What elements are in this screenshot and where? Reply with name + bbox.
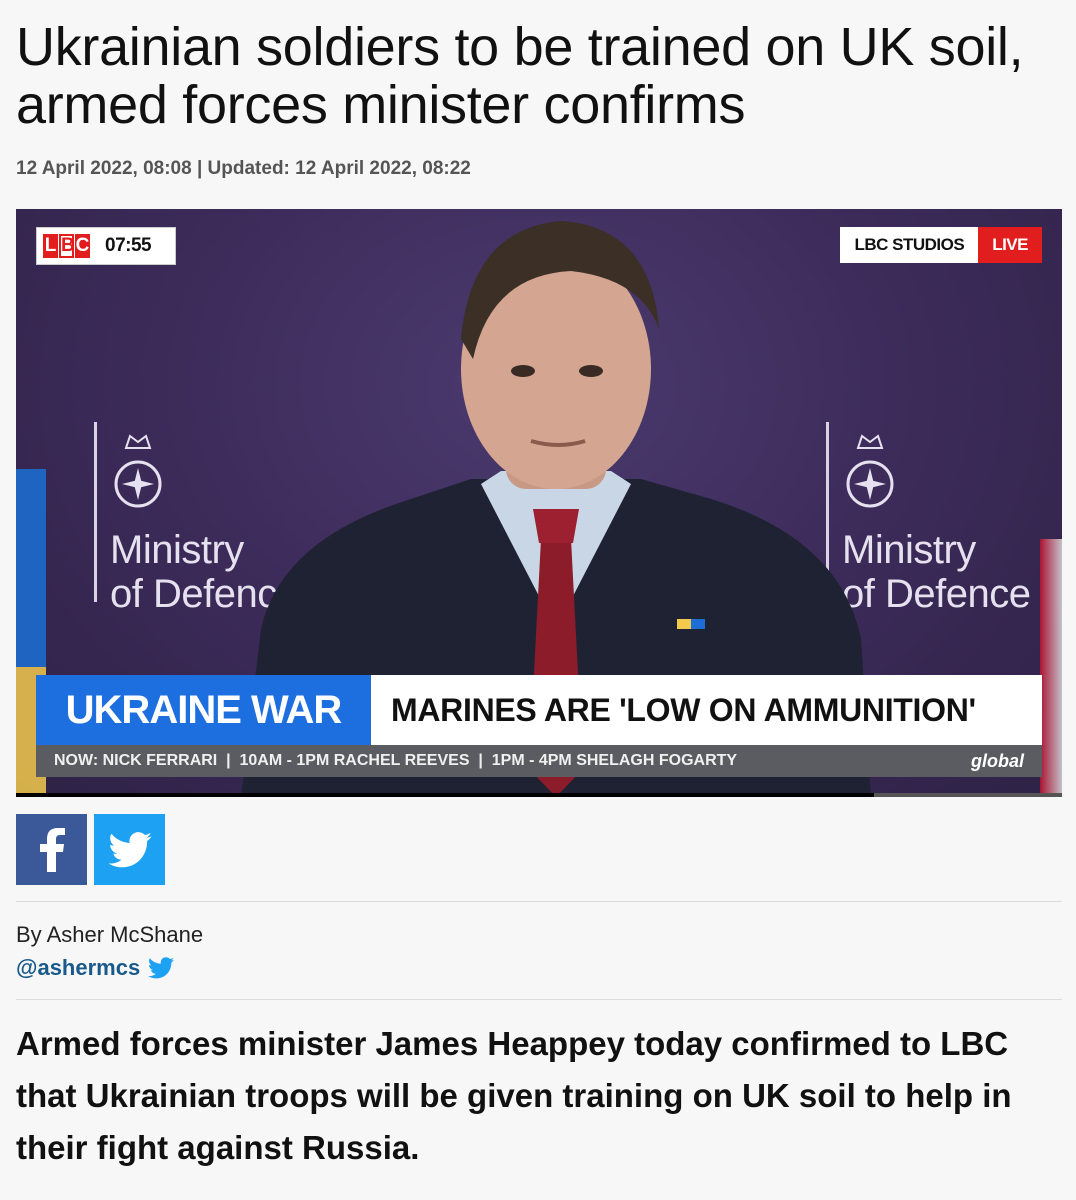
ticker-text: NOW: NICK FERRARI | 10AM - 1PM RACHEL RE… — [54, 752, 738, 769]
author-handle-link[interactable]: @ashermcs — [16, 955, 175, 981]
studio-live-bug: LBC STUDIOS LIVE — [840, 227, 1042, 263]
lbc-logo-letter: L — [43, 234, 58, 258]
facebook-icon — [39, 827, 65, 872]
video-player[interactable]: Ministry of Defenc Ministry of Defence L B… — [16, 209, 1062, 797]
twitter-icon — [107, 831, 152, 867]
video-progress-fill — [16, 793, 874, 797]
lbc-channel-bug: L B C 07:55 — [36, 227, 176, 265]
global-logo: global — [971, 751, 1024, 771]
article-standfirst: Armed forces minister James Heappey toda… — [16, 1025, 1012, 1166]
divider — [16, 901, 1062, 902]
programme-ticker: NOW: NICK FERRARI | 10AM - 1PM RACHEL RE… — [36, 745, 1042, 777]
divider — [16, 999, 1062, 1000]
lower-third: UKRAINE WAR MARINES ARE 'LOW ON AMMUNITI… — [36, 675, 1042, 777]
twitter-bird-icon — [148, 957, 175, 979]
mod-crest-icon — [114, 434, 162, 508]
lbc-logo-letter: C — [75, 234, 90, 258]
facebook-share-button[interactable] — [16, 814, 87, 885]
broadcast-clock: 07:55 — [105, 235, 152, 256]
share-buttons — [16, 814, 165, 885]
article-dateline: 12 April 2022, 08:08 | Updated: 12 April… — [16, 158, 471, 179]
studio-label: LBC STUDIOS — [840, 227, 979, 263]
lbc-logo-letter: B — [59, 234, 75, 258]
author-byline: By Asher McShane — [16, 922, 204, 947]
lbc-logo: L B C — [43, 234, 91, 258]
banner-tag: UKRAINE WAR — [36, 675, 371, 745]
union-flag — [1040, 539, 1062, 797]
twitter-share-button[interactable] — [94, 814, 165, 885]
live-badge: LIVE — [978, 227, 1042, 263]
banner-headline: MARINES ARE 'LOW ON AMMUNITION' — [371, 675, 1042, 745]
article-headline: Ukrainian soldiers to be trained on UK s… — [16, 17, 1024, 135]
author-handle[interactable]: @ashermcs — [16, 955, 140, 981]
